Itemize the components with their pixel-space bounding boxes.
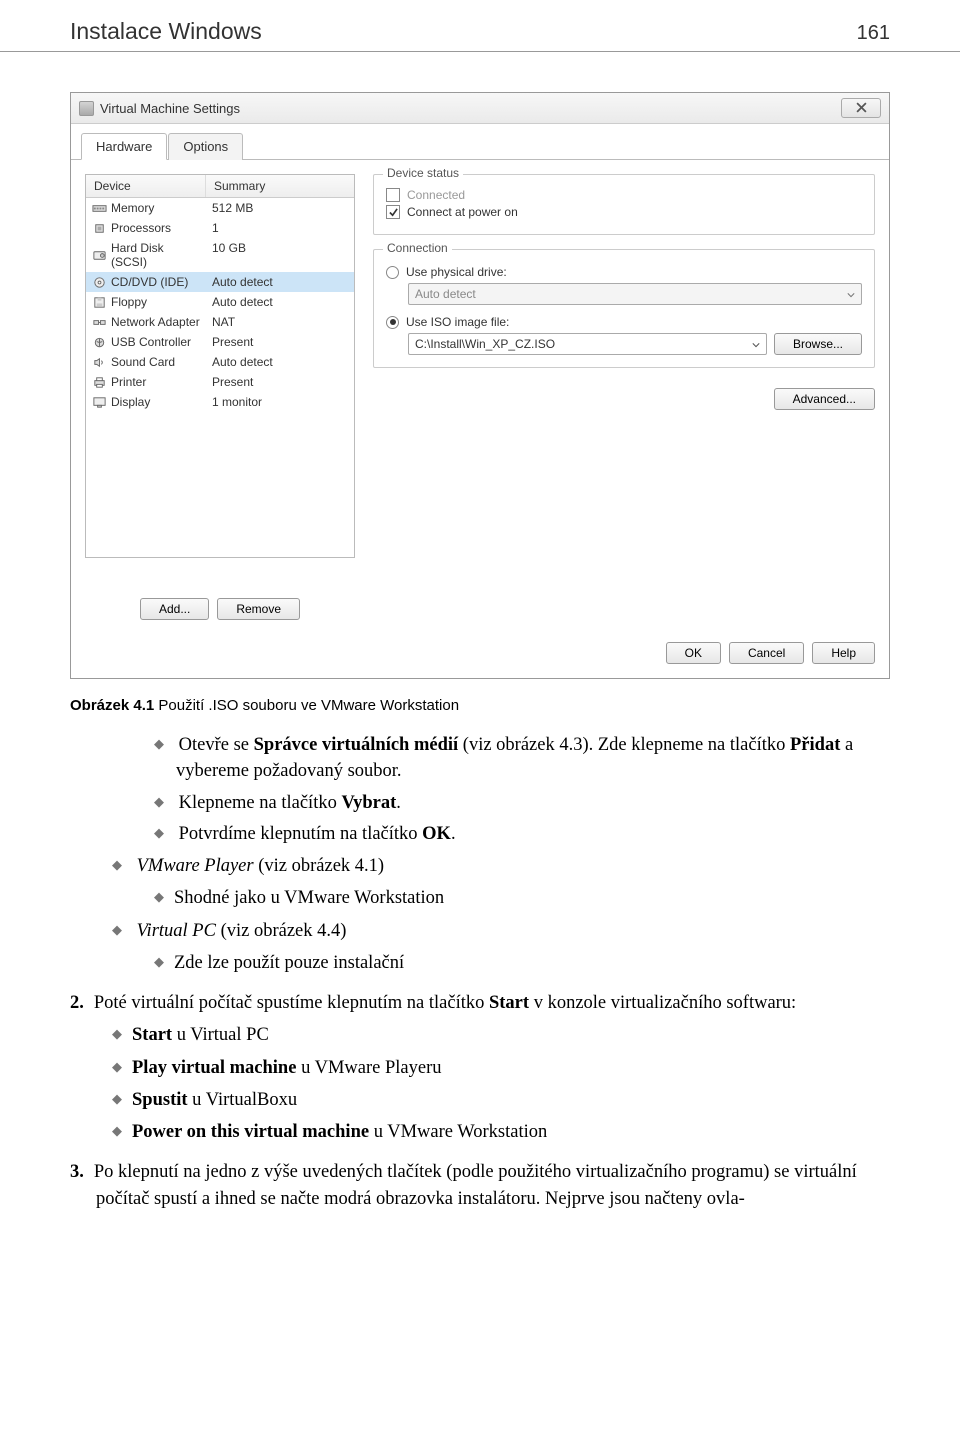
device-summary: 512 MB <box>206 199 354 217</box>
tabs: Hardware Options <box>71 124 889 160</box>
device-name: Hard Disk (SCSI) <box>111 241 202 269</box>
disk-icon <box>92 249 107 262</box>
connection-group: Connection Use physical drive: Auto dete… <box>373 249 875 368</box>
table-row[interactable]: CD/DVD (IDE) Auto detect <box>86 272 354 292</box>
device-table-header: Device Summary <box>86 175 354 198</box>
ok-button[interactable]: OK <box>666 642 721 664</box>
device-table: Device Summary Memory 512 MB Processors 1Ha… <box>85 174 355 558</box>
use-physical-radio[interactable] <box>386 266 399 279</box>
physical-drive-combo[interactable]: Auto detect <box>408 283 862 305</box>
chevron-down-icon <box>847 287 855 301</box>
connection-legend: Connection <box>383 241 452 255</box>
list-item: Start u Virtual PC <box>134 1022 890 1048</box>
device-summary: Present <box>206 373 354 391</box>
cancel-button[interactable]: Cancel <box>729 642 804 664</box>
browse-button[interactable]: Browse... <box>774 333 862 355</box>
usb-icon <box>92 336 107 349</box>
list-item: Klepneme na tlačítko Vybrat. <box>176 790 890 816</box>
device-summary: Present <box>206 333 354 351</box>
list-item: Play virtual machine u VMware Playeru <box>134 1055 890 1081</box>
table-row[interactable]: Memory 512 MB <box>86 198 354 218</box>
use-iso-label: Use ISO image file: <box>406 315 509 329</box>
connected-label: Connected <box>407 188 465 202</box>
table-row[interactable]: Display 1 monitor <box>86 392 354 412</box>
app-icon <box>79 101 94 116</box>
iso-path-value: C:\Install\Win_XP_CZ.ISO <box>415 337 555 351</box>
table-row[interactable]: Network Adapter NAT <box>86 312 354 332</box>
tab-options[interactable]: Options <box>168 133 243 160</box>
numbered-item-2: 2.Poté virtuální počítač spustíme klepnu… <box>96 990 890 1016</box>
page-number: 161 <box>857 22 890 45</box>
dialog-title: Virtual Machine Settings <box>100 101 240 116</box>
table-row[interactable]: Hard Disk (SCSI)10 GB <box>86 238 354 272</box>
numbered-item-3: 3.Po klepnutí na jedno z výše uvedených … <box>96 1159 890 1212</box>
page-header-title: Instalace Windows <box>70 18 262 45</box>
list-item: Power on this virtual machine u VMware W… <box>134 1119 890 1145</box>
close-icon <box>856 101 867 116</box>
page-header: Instalace Windows 161 <box>0 0 960 52</box>
titlebar: Virtual Machine Settings <box>71 93 889 124</box>
cd-icon <box>92 276 107 289</box>
list-item: Spustit u VirtualBoxu <box>134 1087 890 1113</box>
device-name: Sound Card <box>111 355 175 369</box>
connect-poweron-checkbox[interactable] <box>386 205 400 219</box>
advanced-button[interactable]: Advanced... <box>774 388 875 410</box>
device-summary: 1 monitor <box>206 393 354 411</box>
device-status-group: Device status Connected Connect at power… <box>373 174 875 235</box>
connected-checkbox[interactable] <box>386 188 400 202</box>
floppy-icon <box>92 296 107 309</box>
col-summary[interactable]: Summary <box>206 175 354 197</box>
device-summary: 1 <box>206 219 354 237</box>
list-item: Virtual PC (viz obrázek 4.4) <box>134 918 890 944</box>
iso-path-combo[interactable]: C:\Install\Win_XP_CZ.ISO <box>408 333 767 355</box>
device-name: Printer <box>111 375 146 389</box>
net-icon <box>92 316 107 329</box>
add-button[interactable]: Add... <box>140 598 209 620</box>
device-name: Memory <box>111 201 154 215</box>
sound-icon <box>92 356 107 369</box>
cpu-icon <box>92 222 107 235</box>
close-button[interactable] <box>841 98 881 118</box>
chevron-down-icon <box>752 337 760 351</box>
figure-caption: Obrázek 4.1 Použití .ISO souboru ve VMwa… <box>70 697 890 714</box>
list-item: VMware Player (viz obrázek 4.1) <box>134 853 890 879</box>
device-name: Floppy <box>111 295 147 309</box>
help-button[interactable]: Help <box>812 642 875 664</box>
list-item: Zde lze použít pouze instalační <box>176 950 890 976</box>
device-status-legend: Device status <box>383 166 463 180</box>
table-row[interactable]: Sound Card Auto detect <box>86 352 354 372</box>
vm-settings-dialog: Virtual Machine Settings Hardware Option… <box>70 92 890 679</box>
device-summary: NAT <box>206 313 354 331</box>
printer-icon <box>92 376 107 389</box>
device-name: Network Adapter <box>111 315 200 329</box>
device-name: Display <box>111 395 150 409</box>
list-item: Shodné jako u VMware Workstation <box>176 885 890 911</box>
connect-poweron-label: Connect at power on <box>407 205 518 219</box>
list-item: Otevře se Správce virtuálních médií (viz… <box>176 732 890 785</box>
table-row[interactable]: Floppy Auto detect <box>86 292 354 312</box>
use-physical-label: Use physical drive: <box>406 265 507 279</box>
remove-button[interactable]: Remove <box>217 598 300 620</box>
table-row[interactable]: USB Controller Present <box>86 332 354 352</box>
memory-icon <box>92 202 107 215</box>
device-summary: Auto detect <box>206 273 354 291</box>
tab-hardware[interactable]: Hardware <box>81 133 167 160</box>
device-summary: 10 GB <box>206 239 354 271</box>
device-name: Processors <box>111 221 171 235</box>
device-name: USB Controller <box>111 335 191 349</box>
device-summary: Auto detect <box>206 353 354 371</box>
use-iso-radio[interactable] <box>386 316 399 329</box>
device-summary: Auto detect <box>206 293 354 311</box>
col-device[interactable]: Device <box>86 175 206 197</box>
caption-text: Použití .ISO souboru ve VMware Workstati… <box>154 697 459 714</box>
caption-label: Obrázek 4.1 <box>70 697 154 714</box>
device-name: CD/DVD (IDE) <box>111 275 188 289</box>
physical-drive-value: Auto detect <box>415 287 476 301</box>
table-row[interactable]: Processors 1 <box>86 218 354 238</box>
page-content: Virtual Machine Settings Hardware Option… <box>0 92 960 1258</box>
list-item: Potvrdíme klepnutím na tlačítko OK. <box>176 821 890 847</box>
display-icon <box>92 396 107 409</box>
table-row[interactable]: Printer Present <box>86 372 354 392</box>
